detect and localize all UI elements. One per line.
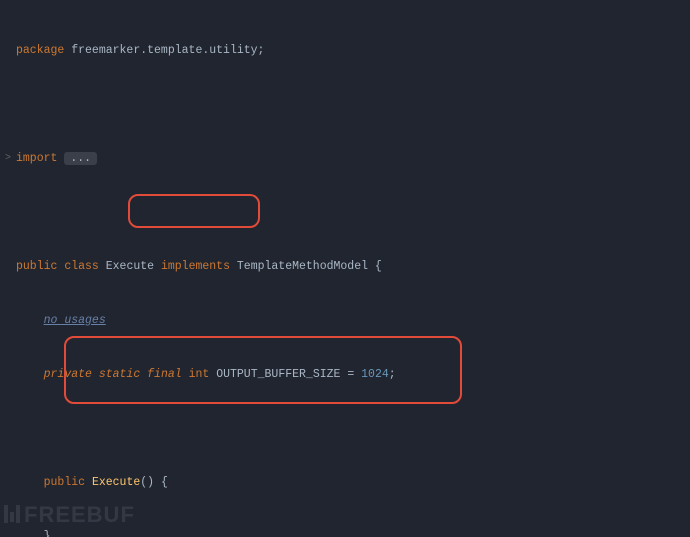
watermark-logo-icon [4, 505, 22, 525]
code-line: public class Execute implements Template… [16, 258, 690, 276]
const-name: OUTPUT_BUFFER_SIZE [216, 368, 340, 381]
keyword-import: import [16, 152, 57, 165]
keyword-static: static [99, 368, 140, 381]
keyword-implements: implements [161, 260, 230, 273]
watermark-text: FREEBUF [24, 506, 135, 524]
code-line: no usages [16, 312, 690, 330]
keyword-class: class [64, 260, 99, 273]
watermark: FREEBUF [4, 505, 135, 525]
keyword-package: package [16, 44, 64, 57]
interface-name: TemplateMethodModel [237, 260, 368, 273]
code-line-blank [16, 204, 690, 222]
code-line: package freemarker.template.utility; [16, 42, 690, 60]
class-name: Execute [106, 260, 154, 273]
code-line-blank [16, 96, 690, 114]
code-line-blank [16, 420, 690, 438]
constructor-name: Execute [92, 476, 140, 489]
folded-region[interactable]: ... [64, 152, 97, 165]
code-line: >import ... [16, 150, 690, 168]
code-editor[interactable]: package freemarker.template.utility; >im… [0, 0, 690, 537]
keyword-final: final [147, 368, 182, 381]
package-path: freemarker.template.utility; [71, 44, 264, 57]
keyword-public: public [16, 260, 57, 273]
code-line: } [16, 528, 690, 537]
code-line: private static final int OUTPUT_BUFFER_S… [16, 366, 690, 384]
keyword-private: private [44, 368, 92, 381]
fold-gutter-icon[interactable]: > [2, 150, 14, 168]
code-line: public Execute() { [16, 474, 690, 492]
literal: 1024 [361, 368, 389, 381]
no-usages-hint[interactable]: no usages [44, 314, 106, 327]
keyword-int: int [189, 368, 210, 381]
